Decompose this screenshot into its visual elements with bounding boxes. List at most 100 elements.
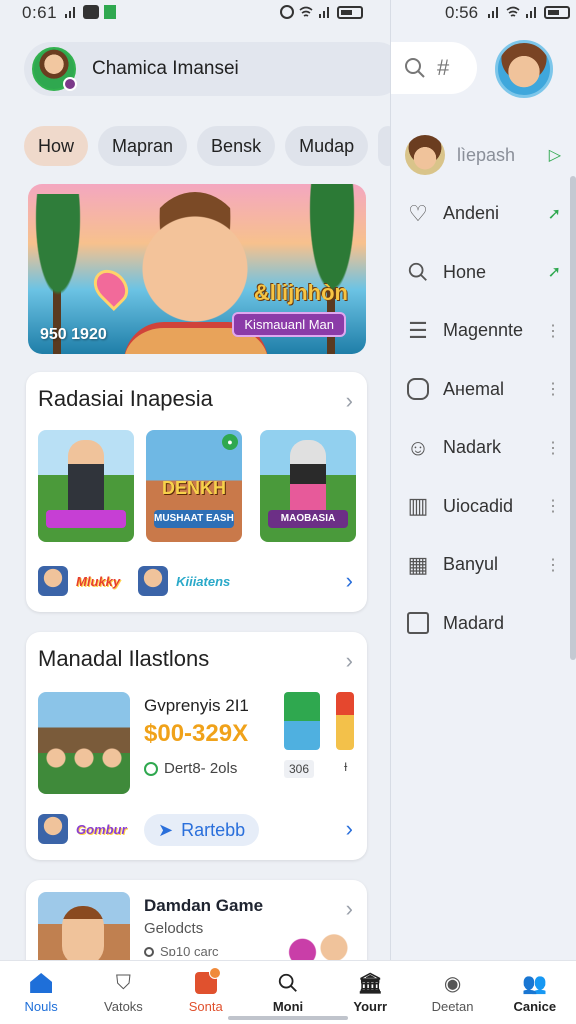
account-name: Chamica Imansei — [92, 58, 239, 79]
more-vert-icon[interactable]: ⋮ — [545, 379, 561, 399]
panel-item-favorites[interactable]: ♡ Andeni ➚ — [405, 185, 565, 244]
signal-icon — [65, 7, 75, 18]
status-time: 0:56 — [445, 3, 479, 22]
clock-icon — [144, 761, 158, 776]
profile-avatar[interactable] — [495, 40, 553, 98]
panel-item-checkbox[interactable]: Madard — [405, 594, 565, 653]
side-thumb[interactable] — [284, 692, 320, 750]
chip-mudap[interactable]: Mudap — [285, 126, 369, 166]
signal-icon — [488, 7, 498, 18]
home-icon — [28, 971, 54, 995]
status-bar: 0:61 — [0, 0, 390, 26]
tab-yourr[interactable]: 🏛 Yourr — [329, 961, 411, 1024]
wifi-icon — [299, 6, 313, 17]
character-figure — [68, 440, 104, 520]
panel-nav: lìepash ▷ ♡ Andeni ➚ Hone ➚ ☰ Magennte ⋮… — [405, 126, 565, 653]
more-vert-icon[interactable]: ⋮ — [545, 496, 561, 516]
tab-nouls[interactable]: Nouls — [0, 961, 82, 1024]
chevron-right-icon[interactable]: › — [346, 388, 353, 414]
game-subtitle: Gelodcts — [144, 920, 204, 937]
side-count: 306 — [284, 760, 315, 778]
hash-icon[interactable]: # — [437, 55, 449, 81]
hero-character — [140, 192, 250, 332]
game-thumb-2[interactable]: ● DENKH MUSHAAT EASHAIN — [146, 430, 242, 542]
tab-label: Canice — [513, 999, 557, 1014]
panel-item-palette[interactable]: ☺ Nadark ⋮ — [405, 419, 565, 478]
search-icon[interactable] — [403, 56, 427, 80]
hero-tag[interactable]: Kismauanl Man — [232, 312, 346, 337]
mini-row: Mlukky Kiiiatens — [38, 566, 230, 596]
search-icon — [275, 971, 301, 995]
product-name: Gvprenyis 2I1 — [144, 696, 249, 715]
thumb-tag: MUSHAAT EASHAIN — [154, 510, 234, 528]
panel-item-columns[interactable]: ▥ Uiocadid ⋮ — [405, 477, 565, 536]
chip-mapran[interactable]: Mapran — [98, 126, 188, 166]
scrollbar[interactable] — [570, 176, 576, 660]
account-bar[interactable]: Chamica Imansei — [24, 42, 390, 96]
hero-title: &llijnhòn — [253, 280, 348, 305]
search-bar[interactable]: # — [391, 42, 477, 94]
more-vert-icon[interactable]: ⋮ — [545, 555, 561, 575]
chip-how[interactable]: How — [24, 126, 89, 166]
panel-item-label: Madard — [443, 612, 505, 633]
mini-avatar[interactable] — [38, 814, 68, 844]
tab-label: Yourr — [353, 999, 388, 1014]
app-notification-icon — [83, 5, 99, 19]
tab-canice[interactable]: 👥 Canice — [494, 961, 576, 1024]
panel-item-window[interactable]: Aнemal ⋮ — [405, 360, 565, 419]
tab-deetan[interactable]: ◉ Deetan — [411, 961, 493, 1024]
side-thumb[interactable] — [336, 692, 354, 750]
card-title: Radasiai Inapesia — [38, 386, 213, 411]
mini-avatar[interactable] — [38, 566, 68, 596]
checkbox-icon — [405, 610, 431, 636]
shield-icon: ⛉ — [115, 971, 131, 994]
rate-button[interactable]: ➤ Rartebb — [144, 814, 260, 846]
chip-more[interactable] — [378, 126, 390, 166]
side-count: Ɨ — [344, 760, 348, 774]
avatar[interactable] — [32, 47, 77, 91]
mini-avatar[interactable] — [138, 566, 169, 596]
hero-banner[interactable]: &llijnhòn Kismauanl Man 950 1920 — [28, 184, 366, 354]
mini-row: Gombur — [38, 814, 127, 844]
game-thumb-3[interactable]: MAOBASIA — [260, 430, 356, 542]
mini-logo[interactable]: Gombur — [76, 822, 127, 837]
signal-icon — [526, 7, 536, 18]
tab-sonta[interactable]: Sonta — [165, 961, 247, 1024]
chevron-right-icon[interactable]: › — [346, 648, 353, 674]
product-meta: Dert8- 2ols — [144, 760, 237, 777]
mini-logo[interactable]: Mlukky — [76, 574, 120, 589]
panel-item-calendar[interactable]: ▦ Banyul ⋮ — [405, 536, 565, 595]
side-panel: 0:56 # lìepash ▷ ♡ Andeni ➚ Hone ➚ ☰ Mag… — [390, 0, 576, 1024]
status-icons — [487, 5, 570, 19]
panel-item-search[interactable]: Hone ➚ — [405, 243, 565, 302]
play-icon: ➤ — [158, 819, 174, 840]
character-figure — [290, 440, 326, 520]
more-vert-icon[interactable]: ⋮ — [545, 438, 561, 458]
palette-icon: ☺ — [406, 434, 430, 460]
tab-vatoks[interactable]: ⛉ Vatoks — [82, 961, 164, 1024]
panel-item-label: Uiocadid — [443, 495, 514, 516]
chevron-right-icon[interactable]: › — [346, 568, 353, 594]
home-indicator — [228, 1016, 348, 1020]
game-thumb-1[interactable] — [38, 430, 134, 542]
tab-moni[interactable]: Moni — [247, 961, 329, 1024]
badge-icon: ● — [222, 434, 238, 450]
panel-item-list[interactable]: ☰ Magennte ⋮ — [405, 302, 565, 361]
chevron-right-icon[interactable]: › — [346, 816, 353, 842]
tab-label: Moni — [272, 999, 304, 1014]
game-meta: Sɒ10 carc — [144, 944, 219, 959]
chip-bensk[interactable]: Bensk — [197, 126, 276, 166]
chevron-right-icon[interactable]: › — [346, 896, 353, 922]
more-vert-icon[interactable]: ⋮ — [545, 321, 561, 341]
panel-item-profile[interactable]: lìepash ▷ — [405, 126, 565, 185]
game-name: Damdan Game — [144, 896, 264, 915]
product-thumb[interactable] — [38, 692, 130, 794]
bank-icon: 🏛 — [357, 972, 383, 995]
thumb-tag — [46, 510, 126, 528]
cursor-icon: ➚ — [547, 264, 561, 282]
rate-button-label: Rartebb — [181, 819, 246, 840]
compass-icon: ◉ — [443, 972, 462, 995]
fire-icon — [193, 967, 221, 995]
mini-logo[interactable]: Kiiiatens — [176, 574, 230, 589]
product-price: $00-329X — [144, 720, 249, 747]
